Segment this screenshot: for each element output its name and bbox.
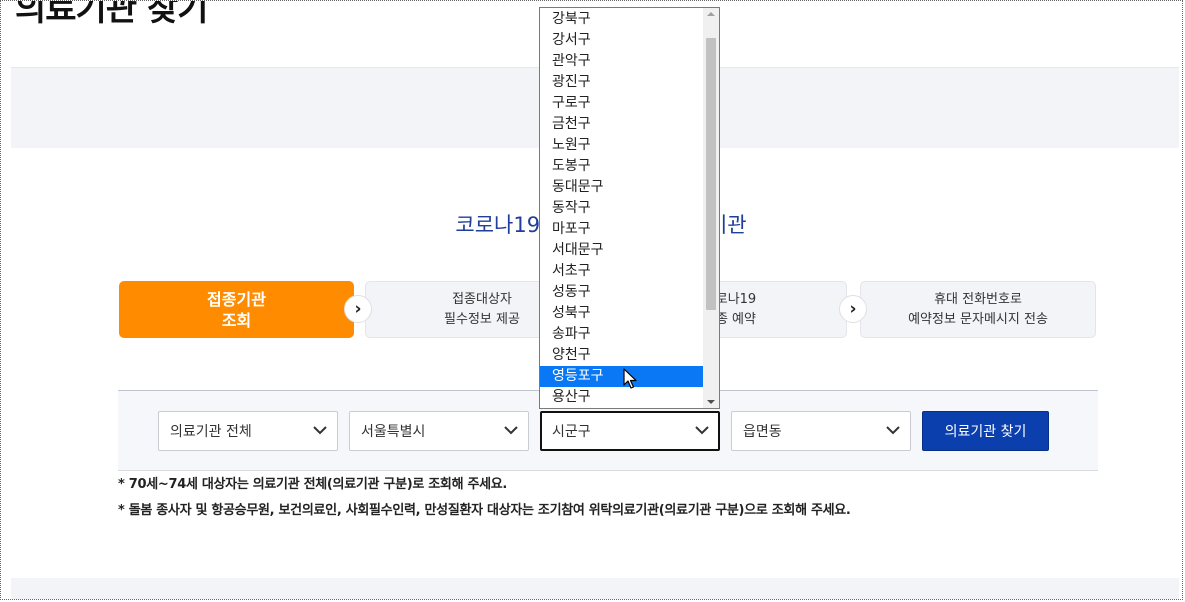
district-option[interactable]: 성동구	[540, 282, 703, 303]
district-option[interactable]: 마포구	[540, 219, 703, 240]
browser-viewport: 의료기관 찾기 코로나19 예방접종 위탁의료기관 접종기관 조회 › 접종대상…	[0, 0, 1183, 600]
search-institution-button[interactable]: 의료기관 찾기	[922, 411, 1049, 451]
chevron-down-icon	[886, 426, 900, 435]
district-option[interactable]: 금천구	[540, 114, 703, 135]
district-option[interactable]: 서대문구	[540, 240, 703, 261]
district-options: 강북구 강서구 관악구 광진구 구로구 금천구 노원구 도봉구 동대문구 동작구 마포구 서대문구 서초…	[540, 9, 703, 408]
town-select[interactable]: 읍면동	[731, 411, 911, 451]
district-dropdown-list[interactable]: 강북구 강서구 관악구 광진구 구로구 금천구 노원구 도봉구 동대문구 동작구 마포구 서대문구 서초…	[539, 7, 720, 409]
district-option[interactable]: 구로구	[540, 93, 703, 114]
scroll-up-arrow-icon[interactable]	[707, 12, 715, 16]
district-option[interactable]: 영등포구	[540, 366, 703, 387]
institution-type-select[interactable]: 의료기관 전체	[158, 411, 338, 451]
select-value: 서울특별시	[361, 424, 426, 440]
district-option[interactable]: 노원구	[540, 135, 703, 156]
district-option[interactable]: 도봉구	[540, 156, 703, 177]
district-option[interactable]: 용산구	[540, 387, 703, 408]
district-option[interactable]: 광진구	[540, 72, 703, 93]
step-label: 접종대상자 필수정보 제공	[444, 291, 520, 327]
select-value: 의료기관 전체	[170, 424, 252, 440]
district-option[interactable]: 강서구	[540, 30, 703, 51]
step-institution-lookup[interactable]: 접종기관 조회	[119, 281, 354, 338]
footer-band	[11, 578, 1179, 599]
note-line: * 돌봄 종사자 및 항공승무원, 보건의료인, 사회필수인력, 만성질환자 대…	[118, 503, 851, 518]
page-title: 의료기관 찾기	[15, 0, 209, 29]
scrollbar-thumb[interactable]	[706, 38, 716, 310]
mouse-pointer-icon	[623, 368, 637, 389]
district-option[interactable]: 성북구	[540, 303, 703, 324]
select-value: 읍면동	[743, 424, 782, 440]
note-line: * 70세~74세 대상자는 의료기관 전체(의료기관 구분)로 조회해 주세요…	[118, 477, 508, 492]
notes: * 70세~74세 대상자는 의료기관 전체(의료기관 구분)로 조회해 주세요…	[118, 472, 851, 524]
district-option[interactable]: 동작구	[540, 198, 703, 219]
district-option[interactable]: 관악구	[540, 51, 703, 72]
step-label: 휴대 전화번호로 예약정보 문자메시지 전송	[908, 291, 1048, 327]
select-value: 시군구	[552, 424, 591, 440]
district-option[interactable]: 송파구	[540, 324, 703, 345]
district-option[interactable]: 서초구	[540, 261, 703, 282]
district-select[interactable]: 시군구	[540, 411, 720, 451]
chevron-down-icon	[695, 426, 709, 435]
chevron-down-icon	[504, 426, 518, 435]
district-option[interactable]: 동대문구	[540, 177, 703, 198]
chevron-down-icon	[313, 426, 327, 435]
district-option[interactable]: 강북구	[540, 9, 703, 30]
scroll-down-arrow-icon[interactable]	[707, 400, 715, 404]
step-sms-notification[interactable]: 휴대 전화번호로 예약정보 문자메시지 전송	[860, 281, 1096, 338]
province-select[interactable]: 서울특별시	[349, 411, 529, 451]
step-label: 접종기관 조회	[207, 289, 266, 330]
chevron-right-icon: ›	[344, 295, 372, 323]
district-option[interactable]: 양천구	[540, 345, 703, 366]
chevron-right-icon: ›	[839, 295, 867, 323]
dropdown-scrollbar[interactable]	[703, 8, 719, 408]
